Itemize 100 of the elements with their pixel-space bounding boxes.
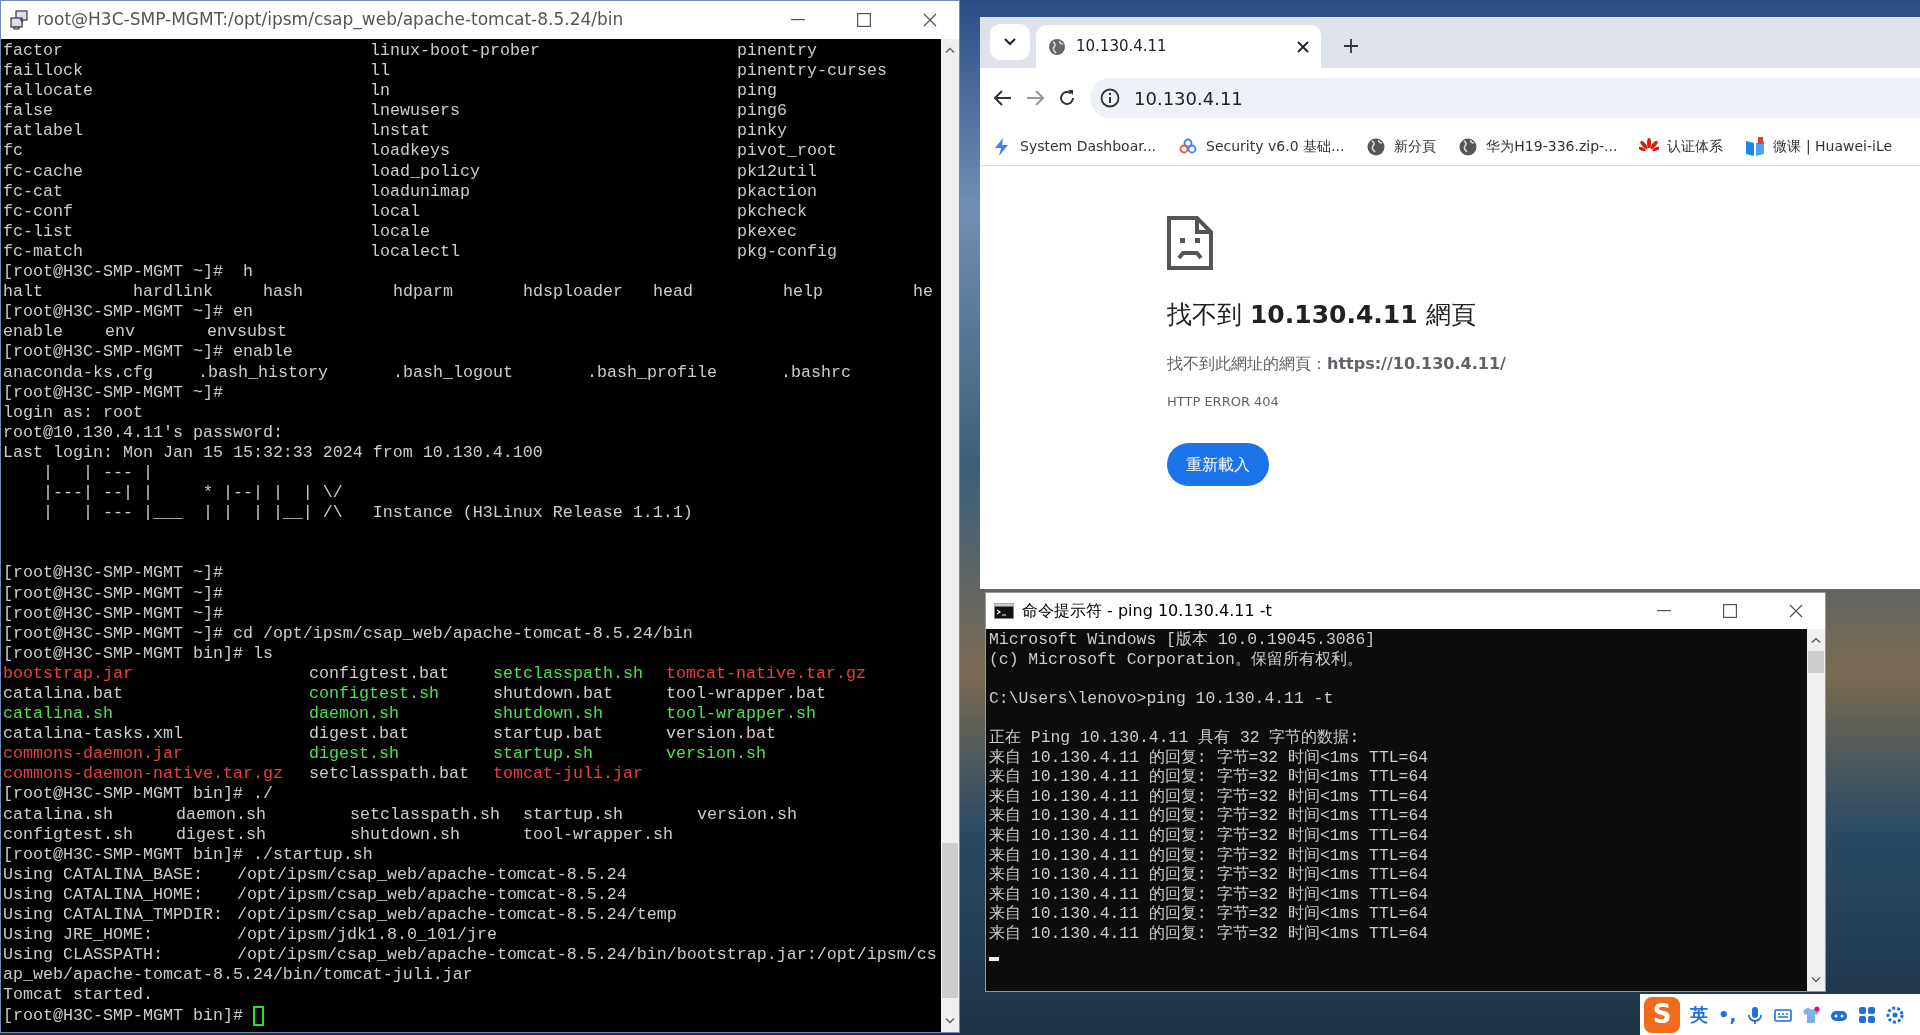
terminal-text: ll	[370, 61, 391, 82]
terminal-text: catalina-tasks.xml	[3, 724, 184, 745]
terminal-text: digest.sh	[176, 824, 267, 845]
bookmark-item[interactable]: Security v6.0 基础...	[1178, 136, 1345, 157]
terminal-text: root@10.130.4.11's password:	[3, 422, 283, 443]
scroll-down-icon[interactable]	[945, 1018, 955, 1024]
scroll-up-icon[interactable]	[945, 47, 955, 53]
terminal-text: he	[913, 282, 933, 303]
text-cursor	[989, 956, 999, 961]
terminal-text: setclasspath.bat	[309, 764, 470, 785]
settings-icon[interactable]	[1886, 1005, 1905, 1024]
browser-tab[interactable]: 10.130.4.11	[1036, 25, 1321, 68]
terminal-text: tool-wrapper.sh	[523, 824, 674, 845]
terminal-text: configtest.sh	[3, 824, 134, 845]
terminal-text: local	[370, 201, 421, 222]
terminal-text: loadunimap	[370, 181, 471, 202]
window-title: root@H3C-SMP-MGMT:/opt/ipsm/csap_web/apache-tomcat-8.5.24/bin	[37, 8, 625, 32]
terminal-text: version.bat	[666, 724, 776, 745]
plus-icon[interactable]	[1343, 38, 1359, 54]
console-text: 来自 10.130.4.11 的回复: 字节=32 时间<1ms TTL=64	[989, 825, 1429, 845]
console-text: 正在 Ping 10.130.4.11 具有 32 字节的数据:	[989, 727, 1360, 747]
scrollbar[interactable]	[941, 39, 959, 1032]
terminal-text: help	[783, 282, 824, 303]
terminal-text: fc-cache	[3, 161, 84, 182]
terminal-text: catalina.bat	[3, 684, 124, 705]
tab-title: 10.130.4.11	[1076, 36, 1168, 58]
terminal-text: anaconda-ks.cfg	[3, 362, 154, 383]
chevron-down-icon	[1004, 38, 1016, 46]
reload-button[interactable]: 重新載入	[1167, 443, 1269, 486]
scrollbar-thumb[interactable]	[1808, 651, 1824, 673]
terminal-text: [root@H3C-SMP-MGMT ~]#	[3, 563, 223, 584]
window-title: 命令提示符 - ping 10.130.4.11 -t	[1022, 600, 1273, 622]
terminal-text: /opt/ipsm/csap_web/apache-tomcat-8.5.24	[237, 864, 627, 885]
terminal-text: shutdown.bat	[493, 684, 614, 705]
terminal-text: daemon.sh	[309, 704, 400, 725]
console-text: 来自 10.130.4.11 的回复: 字节=32 时间<1ms TTL=64	[989, 747, 1429, 767]
terminal-text: configtest.bat	[309, 663, 450, 684]
error-description: 找不到此網址的網頁：https://10.130.4.11/	[1167, 352, 1507, 375]
terminal-text: factor	[3, 41, 64, 62]
scrollbar[interactable]	[1807, 629, 1825, 991]
scroll-down-icon[interactable]	[1811, 977, 1821, 983]
terminal-text: fc-cat	[3, 181, 64, 202]
terminal-text: digest.bat	[309, 724, 410, 745]
scroll-up-icon[interactable]	[1811, 637, 1821, 643]
info-icon[interactable]	[1100, 88, 1120, 108]
terminal-text: pivot_root	[737, 141, 837, 162]
input-mode-toggle[interactable]: 英	[1690, 1001, 1708, 1028]
address-bar[interactable]: 10.130.4.11	[1090, 78, 1920, 118]
console-text: 来自 10.130.4.11 的回复: 字节=32 时间<1ms TTL=64	[989, 865, 1429, 885]
bookmark-item[interactable]: 华为H19-336.zip-...	[1458, 136, 1618, 157]
terminal-text: [root@H3C-SMP-MGMT ~]# h	[3, 262, 253, 283]
terminal-text: Using CLASSPATH:	[3, 945, 164, 966]
bookmark-item[interactable]: 认证体系	[1639, 136, 1724, 157]
terminal-text: shutdown.sh	[350, 824, 461, 845]
reload-icon[interactable]	[1058, 89, 1076, 107]
error-heading: 找不到 10.130.4.11 網頁	[1167, 299, 1477, 331]
terminal-text: fc-conf	[3, 201, 74, 222]
terminal-text: bootstrap.jar	[3, 663, 134, 684]
bookmark-label: 新分頁	[1394, 137, 1437, 156]
terminal-text: [root@H3C-SMP-MGMT ~]# cd /opt/ipsm/csap_web/apache-tomcat-8.5.24/bin	[3, 623, 693, 644]
ascii-art-text: | | --- |___ | | | |__| /\ Instance (H3Linux Release 1.1.1)	[41, 503, 693, 524]
terminal-text: linux-boot-prober	[370, 41, 541, 62]
terminal-text: ap_web/apache-tomcat-8.5.24/bin/tomcat-juli.jar	[3, 965, 473, 986]
bookmark-label: Security v6.0 基础...	[1206, 137, 1345, 156]
tab-search-button[interactable]	[990, 24, 1030, 60]
terminal-text: Last login: Mon Jan 15 15:32:33 2024 from 10.130.4.100	[3, 442, 543, 463]
terminal-text: .bashrc	[781, 362, 851, 383]
terminal-text: .bash_history	[198, 362, 329, 383]
terminal-text: configtest.sh	[309, 684, 440, 705]
bookmark-item[interactable]: System Dashboar...	[992, 136, 1157, 157]
terminal-text: setclasspath.sh	[350, 804, 501, 825]
minimize-icon	[791, 19, 805, 21]
bookmark-item[interactable]: 微课 | Huawei-iLe	[1745, 136, 1893, 157]
terminal-text: pkaction	[737, 181, 817, 202]
back-arrow-icon[interactable]	[994, 90, 1012, 106]
terminal-text: tomcat-juli.jar	[493, 764, 644, 785]
console-text: 来自 10.130.4.11 的回复: 字节=32 时间<1ms TTL=64	[989, 767, 1429, 787]
terminal-icon	[994, 603, 1014, 619]
bookmark-item[interactable]: 新分頁	[1366, 136, 1437, 157]
close-icon[interactable]	[1297, 40, 1309, 53]
microphone-icon[interactable]	[1746, 1005, 1765, 1024]
maximize-icon	[1723, 604, 1737, 618]
bookmark-label: System Dashboar...	[1020, 137, 1157, 156]
console-text: C:\Users\lenovo>ping 10.130.4.11 -t	[989, 688, 1334, 708]
terminal-text: ln	[370, 81, 391, 102]
scrollbar-thumb[interactable]	[942, 843, 958, 998]
forward-arrow-icon[interactable]	[1026, 90, 1044, 106]
grid-icon[interactable]	[1858, 1005, 1877, 1024]
terminal-text: Using CATALINA_TMPDIR:	[3, 905, 224, 926]
terminal-text: [root@H3C-SMP-MGMT ~]#	[3, 382, 223, 403]
terminal-text: hardlink	[133, 282, 214, 303]
punctuation-toggle[interactable]: •,	[1718, 1001, 1737, 1028]
shirt-icon[interactable]	[1802, 1005, 1821, 1024]
terminal-text: Using CATALINA_BASE:	[3, 864, 204, 885]
minimize-icon	[1657, 610, 1671, 612]
ascii-art-text: |---| --| | * |--| | | \/	[41, 483, 343, 504]
terminal-text: fc-match	[3, 241, 84, 263]
terminal-text: [root@H3C-SMP-MGMT ~]#	[3, 603, 223, 624]
terminal-text: lnewusers	[370, 101, 461, 122]
console-text: 来自 10.130.4.11 的回复: 字节=32 时间<1ms TTL=64	[989, 845, 1429, 865]
